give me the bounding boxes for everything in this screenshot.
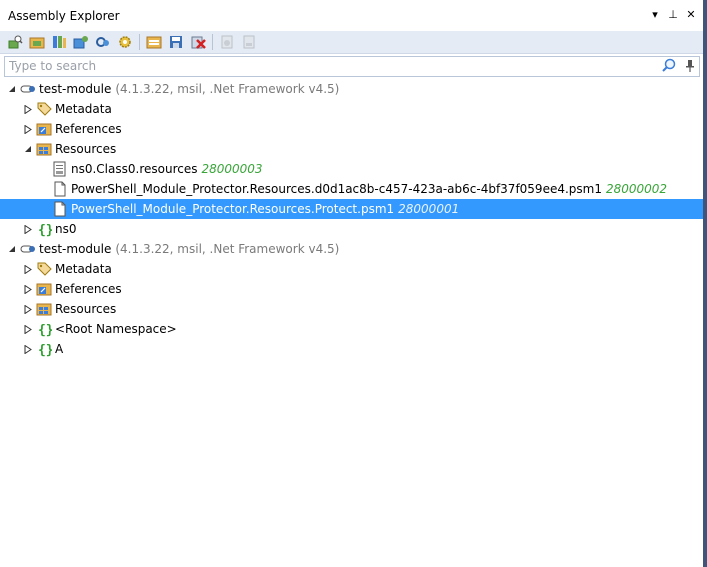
references-folder-icon [36, 281, 52, 297]
assembly-icon [20, 81, 36, 97]
tree-row-resource-file-selected[interactable]: PowerShell_Module_Protector.Resources.Pr… [0, 199, 703, 219]
open-from-package-button[interactable] [70, 32, 92, 52]
open-from-gac-button[interactable] [26, 32, 48, 52]
search-icon[interactable] [661, 58, 677, 76]
export-pdb-button[interactable] [238, 32, 260, 52]
open-from-nuget-button[interactable] [48, 32, 70, 52]
tree-row-label: ns0 [55, 222, 77, 236]
tag-icon [36, 261, 52, 277]
export-button[interactable] [216, 32, 238, 52]
namespace-icon: {} [36, 221, 52, 237]
remove-icon [191, 36, 206, 49]
tree-row-label: Resources [55, 302, 117, 316]
tree-row-label: References [55, 282, 122, 296]
pin-button[interactable]: ⊥ [667, 8, 679, 21]
open-icon [8, 35, 23, 49]
tree-row-assembly[interactable]: test-module (4.1.3.22, msil, .Net Framew… [0, 79, 703, 99]
expand-arrow-icon[interactable] [22, 323, 34, 335]
resources-folder-icon [36, 141, 52, 157]
panel-titlebar: Assembly Explorer ▾ ⊥ ✕ [0, 0, 703, 31]
pin-icon[interactable] [685, 58, 695, 76]
save-icon [170, 36, 182, 48]
namespace-icon: {} [36, 321, 52, 337]
expand-arrow-icon[interactable] [22, 123, 34, 135]
tree-row-namespace[interactable]: {} ns0 [0, 219, 703, 239]
tree-row-label: test-module [39, 82, 112, 96]
tree-row-metadata[interactable]: Metadata [0, 259, 703, 279]
expand-arrow-icon[interactable] [22, 303, 34, 315]
toolbar [0, 31, 703, 54]
open-from-gac-icon [29, 37, 45, 49]
assembly-tree: test-module (4.1.3.22, msil, .Net Framew… [0, 79, 703, 359]
tree-row-detail: (4.1.3.22, msil, .Net Framework v4.5) [115, 82, 340, 96]
toolbar-separator [139, 34, 140, 50]
collapse-arrow-icon[interactable] [6, 83, 18, 95]
assembly-icon [20, 241, 36, 257]
close-button[interactable]: ✕ [685, 8, 697, 21]
search-box [4, 56, 700, 77]
tree-row-metadata[interactable]: Metadata [0, 99, 703, 119]
namespace-icon: {} [36, 341, 52, 357]
tree-row-label: test-module [39, 242, 112, 256]
metadata-token: 28000002 [605, 182, 668, 196]
toolbar-separator [212, 34, 213, 50]
resource-file-icon [52, 161, 68, 177]
file-icon [52, 181, 68, 197]
resources-folder-icon [36, 301, 52, 317]
panel-window-controls: ▾ ⊥ ✕ [649, 8, 697, 21]
open-from-dotpeek-icon [96, 37, 109, 47]
tree-row-namespace[interactable]: {} A [0, 339, 703, 359]
open-from-package-icon [73, 36, 88, 49]
export-icon [221, 35, 233, 49]
open-from-dotpeek-button[interactable] [92, 32, 114, 52]
tree-row-resources[interactable]: Resources [0, 299, 703, 319]
tree-row-label: Metadata [55, 262, 112, 276]
tree-row-label: A [55, 342, 64, 356]
panel-title: Assembly Explorer [8, 9, 120, 23]
save-button[interactable] [165, 32, 187, 52]
collapse-arrow-icon[interactable] [22, 143, 34, 155]
open-from-nuget-icon [53, 36, 66, 48]
settings-icon [119, 36, 131, 48]
svg-text:{}: {} [38, 223, 52, 237]
export-pdb-icon [243, 35, 255, 49]
tree-row-references[interactable]: References [0, 119, 703, 139]
tree-row-resource-file[interactable]: ns0.Class0.resources 28000003 [0, 159, 703, 179]
search-controls [661, 58, 695, 76]
metadata-token: 28000003 [201, 162, 263, 176]
assembly-explorer-panel: Assembly Explorer ▾ ⊥ ✕ Type to search t… [0, 0, 707, 567]
collapse-arrow-icon[interactable] [6, 243, 18, 255]
tree-row-label: ns0.Class0.resources [71, 162, 198, 176]
remove-button[interactable] [187, 32, 209, 52]
tree-row-detail: (4.1.3.22, msil, .Net Framework v4.5) [115, 242, 340, 256]
tag-icon [36, 101, 52, 117]
search-input[interactable] [5, 57, 649, 74]
tree-row-references[interactable]: References [0, 279, 703, 299]
open-button[interactable] [4, 32, 26, 52]
file-icon [52, 201, 68, 217]
assembly-list-button[interactable] [143, 32, 165, 52]
tree-row-label: Metadata [55, 102, 112, 116]
tree-row-label: References [55, 122, 122, 136]
tree-row-label: PowerShell_Module_Protector.Resources.Pr… [71, 202, 395, 216]
tree-row-assembly[interactable]: test-module (4.1.3.22, msil, .Net Framew… [0, 239, 703, 259]
svg-text:{}: {} [38, 323, 52, 337]
tree-row-resources[interactable]: Resources [0, 139, 703, 159]
tree-row-label: PowerShell_Module_Protector.Resources.d0… [71, 182, 602, 196]
settings-button[interactable] [114, 32, 136, 52]
expand-arrow-icon[interactable] [22, 223, 34, 235]
panel-menu-button[interactable]: ▾ [649, 8, 661, 21]
tree-row-label: Resources [55, 142, 117, 156]
metadata-token: 28000001 [398, 202, 460, 216]
assembly-list-icon [146, 36, 162, 49]
expand-arrow-icon[interactable] [22, 263, 34, 275]
svg-text:{}: {} [38, 343, 52, 357]
expand-arrow-icon[interactable] [22, 343, 34, 355]
references-folder-icon [36, 121, 52, 137]
expand-arrow-icon[interactable] [22, 283, 34, 295]
tree-row-resource-file[interactable]: PowerShell_Module_Protector.Resources.d0… [0, 179, 703, 199]
tree-row-namespace[interactable]: {} <Root Namespace> [0, 319, 703, 339]
expand-arrow-icon[interactable] [22, 103, 34, 115]
tree-row-label: <Root Namespace> [55, 322, 177, 336]
